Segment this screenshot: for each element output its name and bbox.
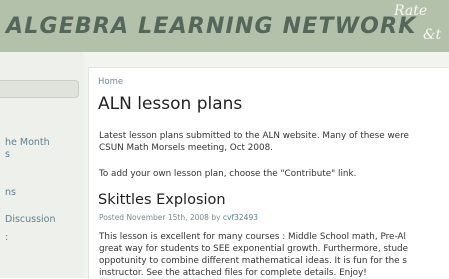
post-body-line-2: great way for students to SEE exponentia… [99, 244, 409, 254]
sidebar-item-month[interactable]: he Month [5, 137, 50, 148]
site-header: ALGEBRA LEARNING NETWORK Rate &t [0, 0, 449, 52]
page-title: ALN lesson plans [98, 94, 243, 114]
rate-text: Rate [394, 3, 428, 19]
post-author-link[interactable]: cvf32493 [223, 213, 258, 222]
intro-line-2: CSUN Math Morsels meeting, Oct 2008. [99, 143, 273, 153]
post-body-line-3: oppotunity to combine different mathemat… [99, 256, 407, 266]
sidebar-item-s[interactable]: s [5, 149, 10, 160]
post-title-link[interactable]: Skittles Explosion [98, 192, 226, 208]
sidebar-search-box[interactable] [0, 80, 79, 98]
intro-line-1: Latest lesson plans submitted to the ALN… [99, 131, 409, 141]
post-body-line-1: This lesson is excellent for many course… [99, 232, 406, 242]
post-date: Posted November 15th, 2008 by [99, 213, 223, 222]
site-title[interactable]: ALGEBRA LEARNING NETWORK [6, 14, 416, 39]
post-body-line-4: instructor. See the attached files for c… [99, 268, 367, 278]
rate-text-continued: &t [423, 27, 442, 43]
post-meta: Posted November 15th, 2008 by cvf32493 [99, 213, 258, 222]
breadcrumb-home-link[interactable]: Home [98, 77, 123, 87]
sidebar-item-ns[interactable]: ns [5, 187, 16, 198]
sidebar-item-colon[interactable]: : [5, 232, 8, 243]
contribute-text: To add your own lesson plan, choose the … [99, 169, 357, 179]
sidebar-item-discussion[interactable]: Discussion [5, 214, 56, 225]
